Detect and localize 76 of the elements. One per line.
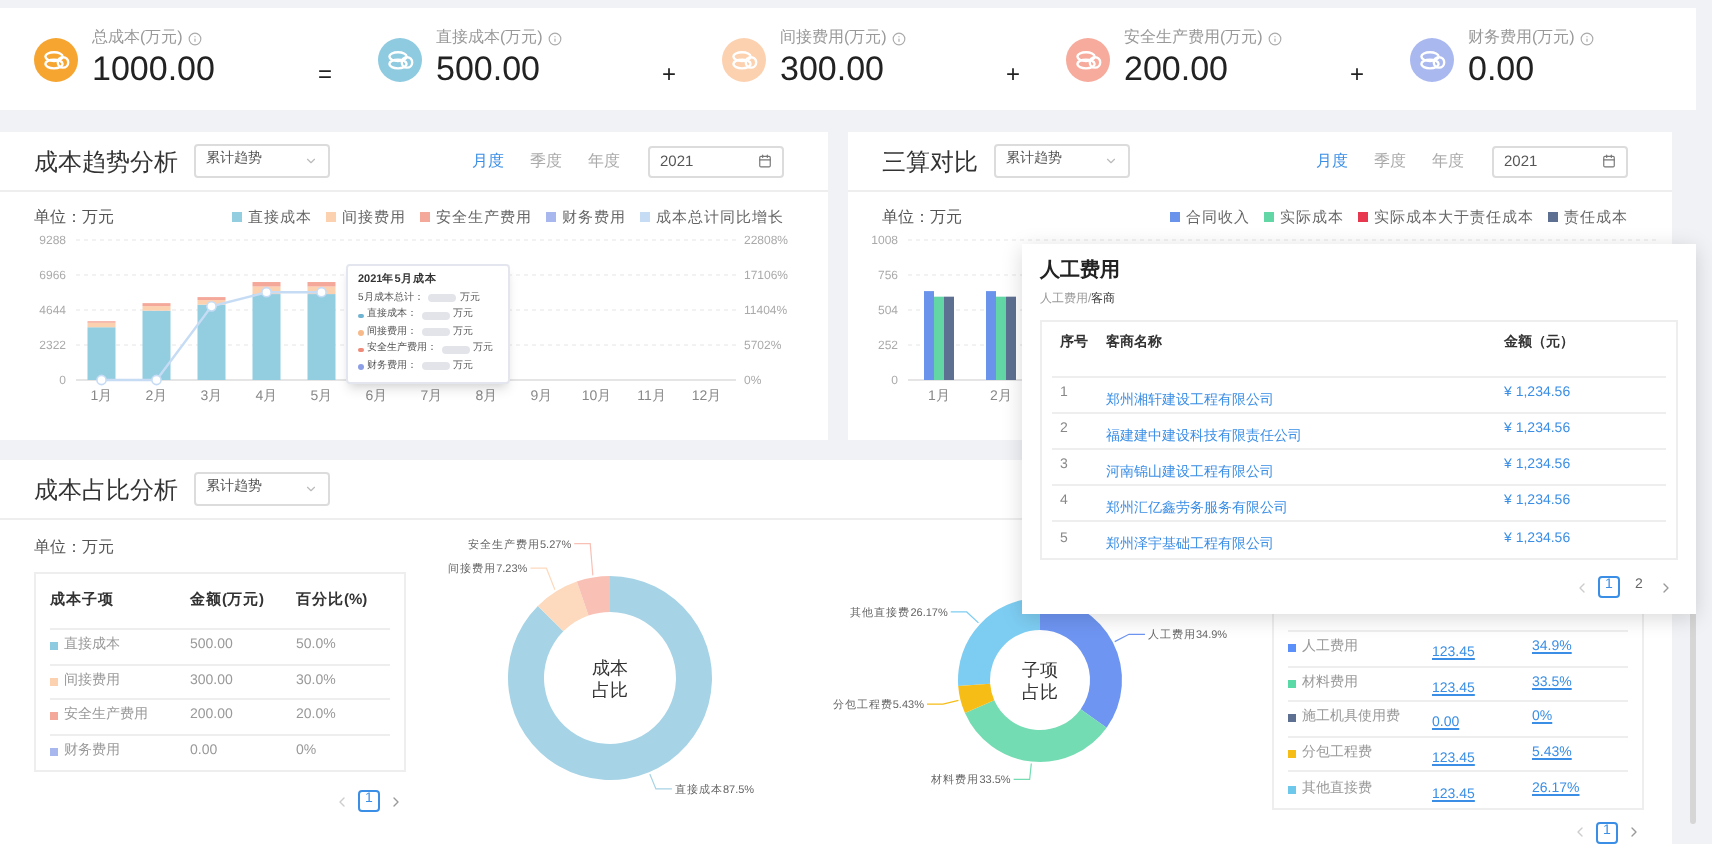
info-icon [1580,31,1595,45]
legend-swatch [1358,212,1368,223]
blurred-value [421,311,449,320]
blurred-value [427,294,456,303]
next-page-icon[interactable] [388,793,404,809]
operator-sign: + [1006,61,1018,85]
period-tab[interactable]: 季度 [1374,149,1406,173]
card-title: 成本占比分析 [34,473,178,507]
previous-page-icon[interactable] [334,793,350,809]
coins-icon [43,49,69,69]
metric-value: 200.00 [1124,48,1230,90]
unit-label: 单位：万元 [34,536,116,560]
info-icon [892,31,907,45]
period-tab[interactable]: 月度 [1316,149,1348,173]
metric-value: 0.00 [1468,48,1537,90]
previous-page-icon[interactable] [1572,824,1588,840]
period-tab[interactable]: 年度 [1432,149,1464,173]
legend-swatch [420,212,430,223]
period-tab[interactable]: 季度 [530,149,562,173]
leader-line [926,699,960,705]
info-icon [1268,31,1283,45]
coins-icon [387,49,413,69]
card-title: 三算对比 [882,145,978,179]
operator-sign: + [662,61,674,85]
calendar-icon [758,154,772,168]
metric-value: 300.00 [780,48,886,90]
leader-line [573,543,594,576]
blurred-value [421,362,449,371]
leader-line [1013,762,1032,781]
blurred-value [421,328,449,337]
leader-line [529,567,556,591]
coins-icon [731,49,757,69]
chevron-down-icon [304,154,318,168]
chevron-down-icon [1104,154,1118,168]
blurred-value [441,345,469,354]
metric-label: 财务费用(万元) [1468,28,1575,48]
coins-icon [1075,49,1101,69]
period-tab[interactable]: 年度 [588,149,620,173]
card-title: 成本趋势分析 [34,145,178,179]
coins-icon [1419,49,1445,69]
legend-swatch [640,212,650,223]
donut-center-label: 成本占比 [592,658,628,700]
legend-swatch [546,212,556,223]
donut-center-label: 子项占比 [1022,660,1058,702]
metric-value: 500.00 [436,48,542,90]
leader-line [1114,633,1146,643]
calendar-icon [1602,154,1616,168]
operator-sign: + [1350,61,1362,85]
operator-sign: = [318,61,330,85]
unit-label: 单位：万元 [34,206,114,230]
chevron-down-icon [304,482,318,496]
legend-swatch [1548,212,1558,223]
next-page-icon[interactable] [1658,579,1674,595]
previous-page-icon[interactable] [1574,579,1590,595]
data-point [151,374,162,386]
legend-swatch [1264,212,1274,223]
data-point [316,286,327,298]
data-point [206,300,217,312]
legend-swatch [326,212,336,223]
metric-label: 总成本(万元) [92,28,183,48]
info-icon [548,31,563,45]
metric-value: 1000.00 [92,48,215,90]
data-point [261,286,272,298]
legend-swatch [1170,212,1180,223]
data-point [96,374,107,386]
legend-swatch [232,212,242,223]
metric-label: 安全生产费用(万元) [1124,28,1263,48]
unit-label: 单位：万元 [882,206,962,230]
leader-line [649,773,673,790]
popup-title: 人工费用 [1040,258,1122,286]
leader-line [950,611,980,624]
metric-label: 间接费用(万元) [780,28,887,48]
metric-label: 直接成本(万元) [436,28,543,48]
info-icon [188,31,203,45]
next-page-icon[interactable] [1626,824,1642,840]
period-tab[interactable]: 月度 [472,149,504,173]
